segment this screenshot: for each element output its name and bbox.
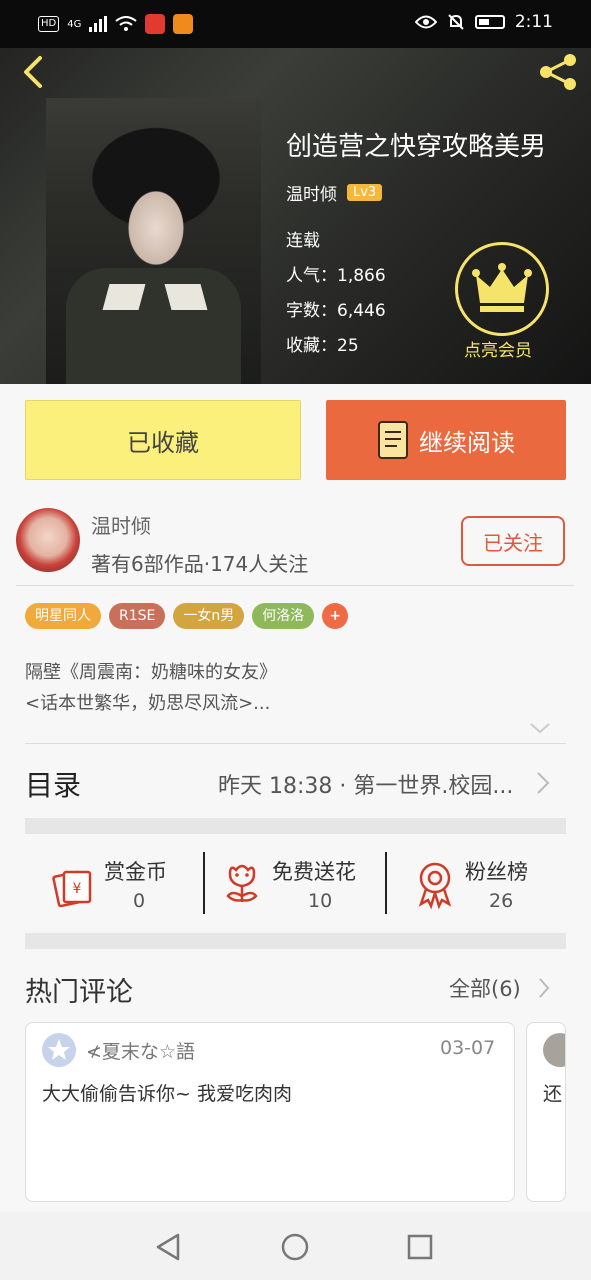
stat-label: 免费送花 — [272, 860, 356, 884]
tag-chip[interactable]: 一女n男 — [173, 603, 245, 629]
share-icon[interactable] — [534, 48, 582, 96]
status-bar: HD 4G 2:11 — [0, 0, 591, 48]
book-author-row: 温时倾 Lv3 — [286, 180, 383, 205]
stat-value: 0 — [133, 890, 146, 912]
star-avatar-icon — [42, 1033, 76, 1067]
section-divider — [25, 933, 566, 949]
wifi-icon — [115, 16, 137, 31]
chevron-right-icon[interactable] — [535, 770, 551, 796]
comment-text: 还 — [543, 1083, 563, 1105]
stat-value: 10 — [308, 890, 333, 912]
author-level-badge: Lv3 — [347, 184, 383, 201]
nav-back-icon[interactable] — [154, 1232, 184, 1262]
author-name[interactable]: 温时倾 — [91, 510, 151, 539]
book-author[interactable]: 温时倾 — [286, 180, 337, 205]
tag-chip[interactable]: 明星同人 — [25, 603, 101, 629]
follow-button[interactable]: 已关注 — [461, 516, 565, 566]
back-icon[interactable] — [16, 52, 56, 92]
toc-title[interactable]: 目录 — [25, 764, 81, 804]
comment-card[interactable]: ≮夏末な☆語 03-07 大大偷偷告诉你~ 我爱吃肉肉 — [25, 1022, 515, 1202]
mute-bell-icon — [448, 14, 464, 30]
book-popularity: 人气：1,866 — [286, 266, 386, 286]
app-notification-icon — [173, 14, 194, 34]
gold-coin-icon: ¥ — [52, 870, 92, 908]
comment-card[interactable]: 还 — [526, 1022, 566, 1202]
section-divider — [25, 818, 566, 834]
divider — [16, 585, 574, 586]
description-line: 隔壁《周震南：奶糖味的女友》 — [25, 662, 277, 683]
hd-indicator: HD — [38, 16, 60, 32]
collected-button[interactable]: 已收藏 — [25, 400, 301, 480]
nav-home-icon[interactable] — [280, 1232, 310, 1262]
free-flowers-button[interactable]: 免费送花 10 — [222, 852, 372, 918]
book-header: HD 4G 2:11 创造营之快穿攻略美男 温时倾 Lv3 连载 人气：1,86… — [0, 0, 591, 384]
comment-text: 大大偷偷告诉你~ 我爱吃肉肉 — [42, 1083, 292, 1105]
flower-icon — [226, 864, 258, 902]
svg-text:¥: ¥ — [73, 881, 82, 897]
divider — [385, 852, 387, 914]
book-status: 连载 — [286, 231, 320, 251]
clock: 2:11 — [514, 12, 553, 32]
toc-latest-chapter[interactable]: 昨天 18:38 · 第一世界.校园... — [218, 768, 513, 800]
fan-ranking-button[interactable]: 粉丝榜 26 — [415, 852, 565, 918]
tag-chip[interactable]: 何洛洛 — [252, 603, 315, 629]
book-title: 创造营之快穿攻略美男 — [286, 132, 547, 162]
author-avatar[interactable] — [16, 508, 80, 572]
stat-value: 26 — [489, 890, 514, 912]
battery-icon — [474, 15, 505, 29]
author-stats: 著有6部作品·174人关注 — [91, 552, 309, 576]
network-indicator: 4G — [67, 18, 82, 30]
vip-button[interactable] — [455, 242, 549, 336]
comment-user[interactable]: ≮夏末な☆語 — [86, 1037, 195, 1064]
app-notification-icon — [145, 14, 166, 34]
book-word-count: 字数：6,446 — [286, 301, 386, 321]
reward-coins-button[interactable]: ¥ 赏金币 0 — [50, 852, 200, 918]
divider — [25, 743, 566, 744]
tag-list: 明星同人 R1SE 一女n男 何洛洛 + — [25, 603, 349, 629]
tag-chip[interactable]: R1SE — [109, 603, 166, 629]
book-favorites: 收藏：25 — [286, 336, 359, 356]
book-cover-image — [46, 98, 261, 384]
stat-label: 粉丝榜 — [465, 860, 528, 884]
book-icon — [378, 421, 408, 459]
vip-label[interactable]: 点亮会员 — [464, 336, 532, 361]
medal-icon — [418, 862, 452, 910]
stat-label: 赏金币 — [104, 860, 167, 884]
nav-recents-icon[interactable] — [405, 1232, 435, 1262]
continue-reading-label: 继续阅读 — [419, 428, 515, 457]
comment-date: 03-07 — [440, 1037, 496, 1059]
crown-icon — [472, 263, 532, 312]
eye-icon — [414, 15, 437, 29]
divider — [203, 852, 205, 914]
all-comments-link[interactable]: 全部(6) — [449, 973, 521, 1003]
add-tag-button[interactable]: + — [322, 603, 349, 629]
continue-reading-button[interactable]: 继续阅读 — [326, 400, 566, 480]
signal-icon — [89, 16, 108, 32]
chevron-right-icon[interactable] — [537, 976, 551, 1000]
hot-comments-title: 热门评论 — [25, 977, 133, 1008]
description-line: <话本世繁华，奶思尽风流>... — [25, 693, 271, 714]
expand-chevron-icon[interactable] — [528, 718, 552, 738]
comment-avatar — [543, 1033, 565, 1067]
system-nav-bar — [0, 1212, 591, 1280]
